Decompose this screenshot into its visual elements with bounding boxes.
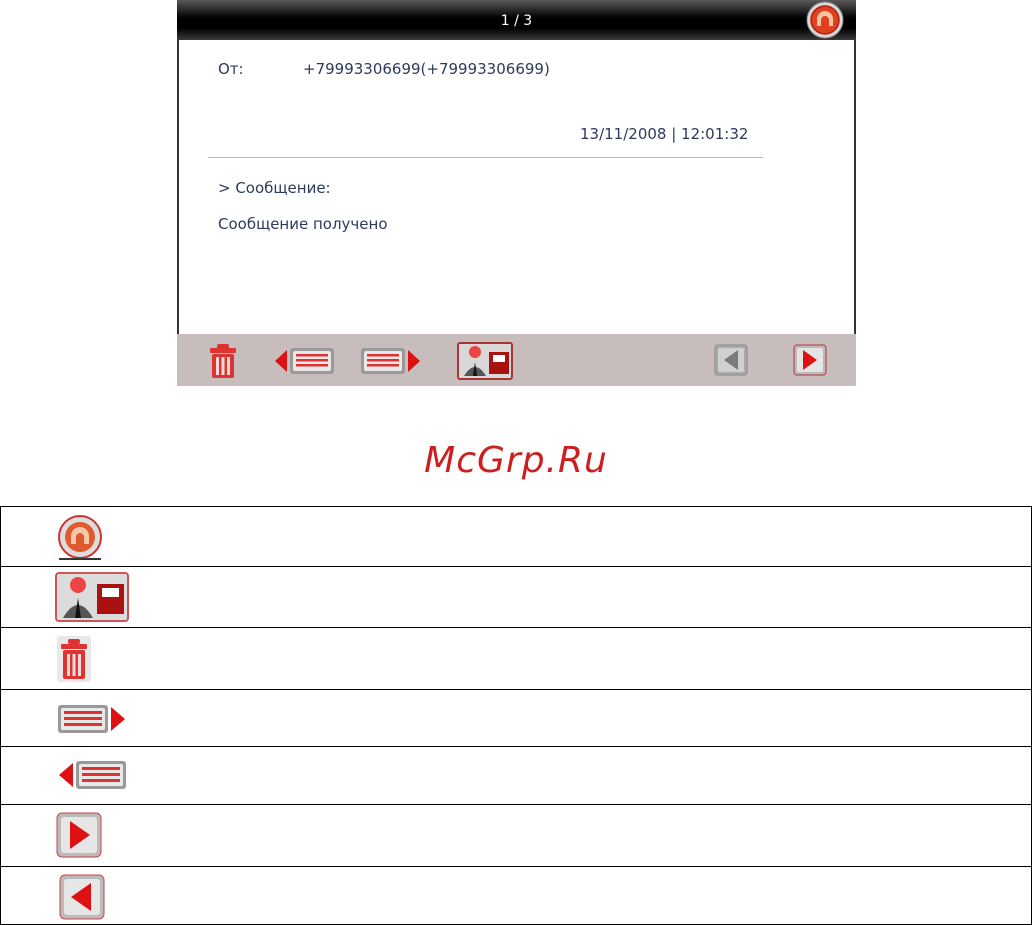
message-body: Сообщение получено: [218, 215, 388, 233]
legend-row-home: [0, 506, 1032, 567]
save-contact-icon: [55, 572, 129, 622]
watermark-text: McGrp.Ru: [424, 440, 608, 481]
page-back-icon[interactable]: [714, 344, 748, 376]
next-message-icon[interactable]: [358, 346, 422, 376]
legend-row-page-back: [0, 867, 1032, 925]
title-bar: 1 / 3: [177, 0, 856, 40]
legend-row-trash: [0, 628, 1032, 690]
previous-message-icon: [59, 761, 126, 789]
message-datetime: 13/11/2008 | 12:01:32: [580, 125, 749, 143]
page-counter: 1 / 3: [500, 13, 533, 29]
trash-icon: [57, 636, 91, 682]
home-icon: [58, 515, 102, 560]
sender-number: +79993306699(+79993306699): [303, 60, 550, 78]
trash-icon[interactable]: [208, 343, 238, 379]
message-header: > Сообщение:: [218, 179, 331, 197]
next-message-icon: [58, 705, 125, 733]
previous-message-icon[interactable]: [273, 346, 337, 376]
message-content: От: +79993306699(+79993306699) 13/11/200…: [177, 40, 856, 334]
legend-row-page-forward: [0, 805, 1032, 867]
page-forward-icon[interactable]: [793, 344, 827, 376]
home-icon[interactable]: [805, 1, 845, 39]
bottom-toolbar: [177, 334, 856, 386]
from-label: От:: [218, 60, 244, 78]
divider: [208, 157, 763, 158]
message-screen: 1 / 3 От: +79993306699(+79993306699) 13/…: [177, 0, 856, 386]
page-back-icon: [59, 874, 105, 920]
page-forward-icon: [56, 812, 102, 858]
save-contact-icon[interactable]: [457, 342, 513, 380]
icon-legend-table: [0, 506, 1032, 925]
legend-row-next-message: [0, 690, 1032, 747]
legend-row-save-contact: [0, 567, 1032, 628]
legend-row-previous-message: [0, 747, 1032, 805]
